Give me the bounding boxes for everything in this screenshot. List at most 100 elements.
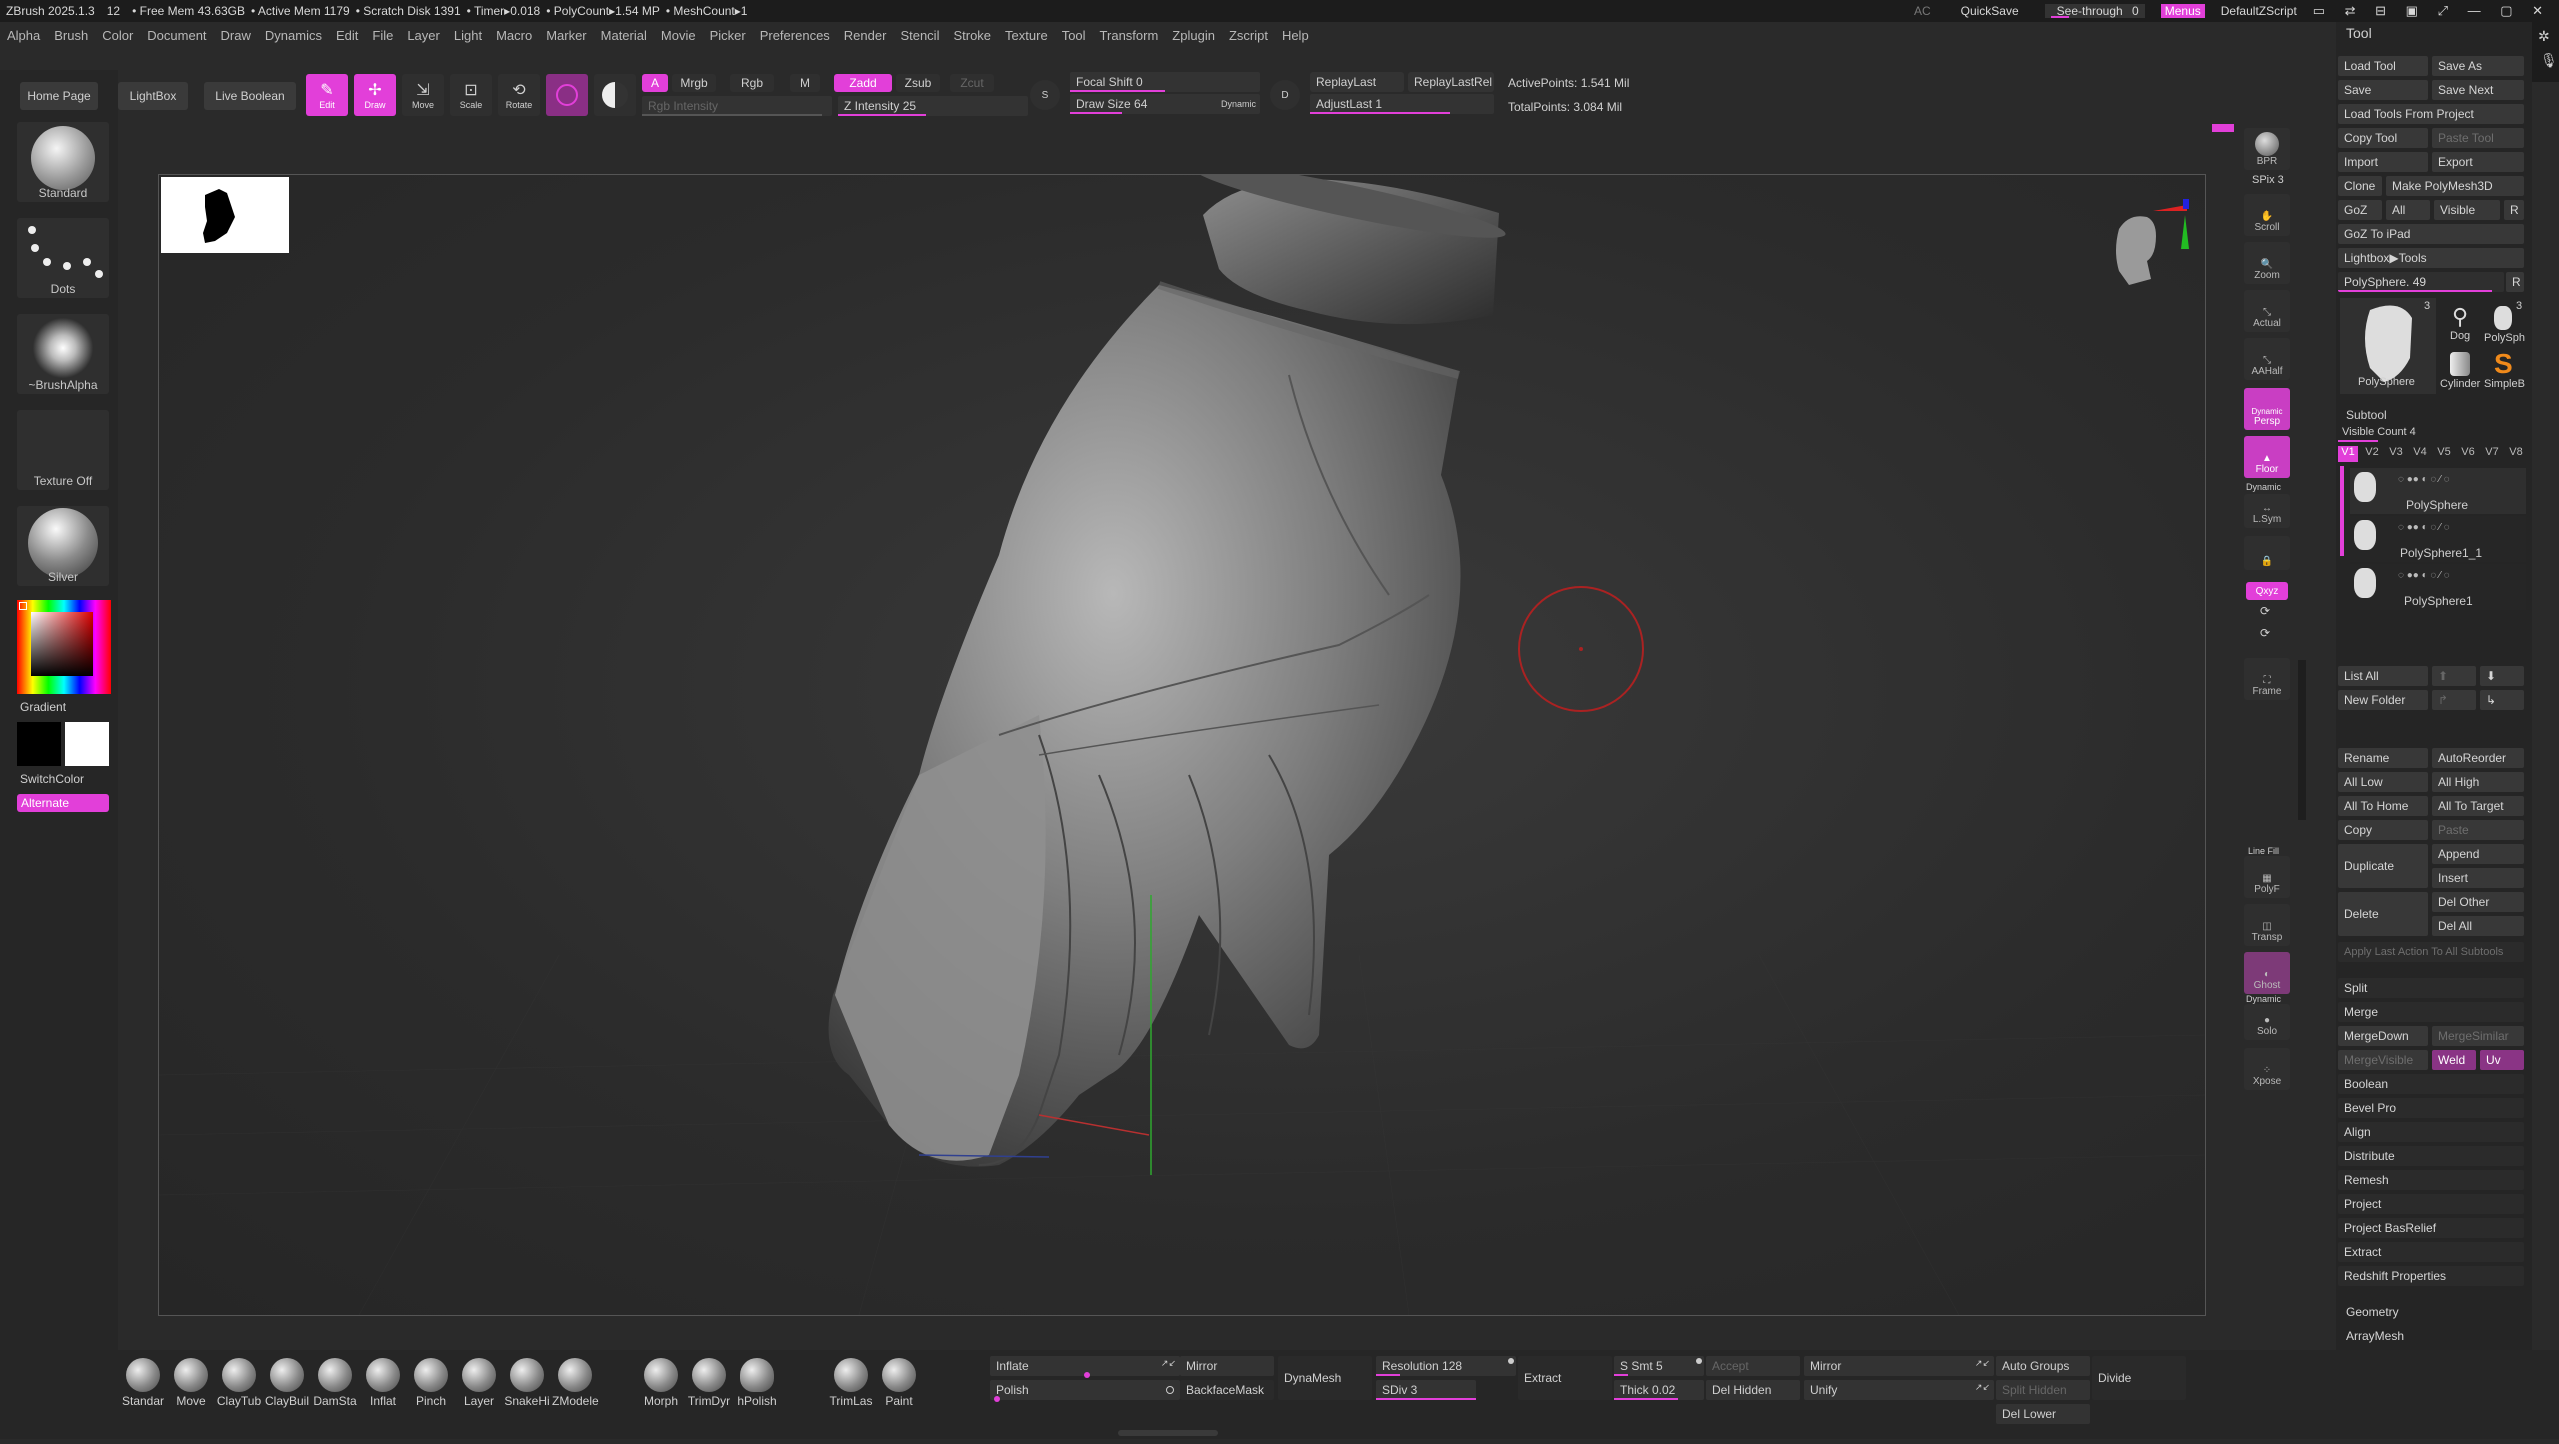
move-up-icon[interactable]: ⬆ <box>2432 666 2476 686</box>
rgb-intensity-slider[interactable]: Rgb Intensity <box>642 96 832 116</box>
lock-button[interactable]: 🔒 <box>2244 536 2290 570</box>
aahalf-button[interactable]: ⤡ AAHalf <box>2244 338 2290 380</box>
version-tab-v1[interactable]: V1 <box>2338 446 2358 462</box>
all-high-button[interactable]: All High <box>2432 772 2524 792</box>
material-mode-button[interactable] <box>594 74 636 116</box>
zoom-button[interactable]: 🔍 Zoom <box>2244 242 2290 284</box>
mirror-button[interactable]: Mirror <box>1180 1356 1274 1376</box>
primary-color-swatch[interactable] <box>65 722 109 766</box>
tool-thumb-polysphere[interactable]: 3 PolySphere <box>2340 298 2436 394</box>
split-section[interactable]: Split <box>2338 978 2524 998</box>
goz-r-button[interactable]: R <box>2504 200 2524 220</box>
save-next-button[interactable]: Save Next <box>2432 80 2524 100</box>
default-zscript-button[interactable]: DefaultZScript <box>2221 4 2297 18</box>
unify-button[interactable]: Unify ↗↙ <box>1804 1380 1994 1400</box>
transp-button[interactable]: ◫ Transp <box>2244 904 2290 946</box>
orientation-gizmo[interactable] <box>2099 195 2189 305</box>
version-tab-v3[interactable]: V3 <box>2386 446 2406 462</box>
hpolish-brush-button[interactable]: hPolish <box>734 1358 780 1408</box>
menu-zplugin[interactable]: Zplugin <box>1165 28 1222 43</box>
section-geometry[interactable]: Geometry <box>2336 1300 2532 1324</box>
apply-last-action-button[interactable]: Apply Last Action To All Subtools <box>2338 942 2524 962</box>
scroll-button[interactable]: ✋ Scroll <box>2244 194 2290 236</box>
project-basrelief-section[interactable]: Project BasRelief <box>2338 1218 2524 1238</box>
autoreorder-button[interactable]: AutoReorder <box>2432 748 2524 768</box>
draw-size-slider[interactable]: Draw Size 64 Dynamic <box>1070 94 1260 114</box>
edit-button[interactable]: ✎ Edit <box>306 74 348 116</box>
brush-standar-button[interactable]: Standar <box>120 1358 166 1408</box>
version-tab-v2[interactable]: V2 <box>2362 446 2382 462</box>
rotate-y-icon[interactable]: ⟳ <box>2260 604 2270 618</box>
menu-edit[interactable]: Edit <box>329 28 365 43</box>
mrgb-button[interactable]: Mrgb <box>672 74 716 92</box>
save-button[interactable]: Save <box>2338 80 2428 100</box>
new-folder-button[interactable]: New Folder <box>2338 690 2428 710</box>
tool-thumb-simpleb[interactable]: S SimpleB <box>2482 348 2526 394</box>
accept-button[interactable]: Accept <box>1706 1356 1800 1376</box>
paste-tool-button[interactable]: Paste Tool <box>2432 128 2524 148</box>
brush-layer-button[interactable]: Layer <box>456 1358 502 1408</box>
menus-button[interactable]: Menus <box>2160 4 2205 18</box>
menu-picker[interactable]: Picker <box>703 28 753 43</box>
secondary-color-swatch[interactable] <box>17 722 61 766</box>
spix-slider[interactable]: SPix 3 <box>2252 174 2284 186</box>
del-hidden-button[interactable]: Del Hidden <box>1706 1380 1800 1400</box>
load-tool-button[interactable]: Load Tool <box>2338 56 2428 76</box>
material-slot[interactable]: Silver <box>17 506 109 586</box>
paint-brush-button[interactable]: Paint <box>876 1358 922 1408</box>
lightbox-tools-button[interactable]: Lightbox▶Tools <box>2338 248 2524 268</box>
rotate-z-icon[interactable]: ⟳ <box>2260 626 2270 640</box>
scale-button[interactable]: ⊡ Scale <box>450 74 492 116</box>
replay-d-icon[interactable]: D <box>1270 80 1300 110</box>
rotate-button[interactable]: ⟲ Rotate <box>498 74 540 116</box>
polysphere-r-button[interactable]: R <box>2506 272 2524 292</box>
lsym-button[interactable]: ↔ L.Sym <box>2244 494 2290 528</box>
sculpt-mode-button[interactable] <box>546 74 588 116</box>
save-as-button[interactable]: Save As <box>2432 56 2524 76</box>
dynamesh-button[interactable]: DynaMesh <box>1278 1356 1372 1400</box>
s-smt-slider[interactable]: S Smt 5 <box>1614 1356 1704 1376</box>
solo-button[interactable]: ● Solo <box>2244 1004 2290 1040</box>
append-button[interactable]: Append <box>2432 844 2524 864</box>
home-page-button[interactable]: Home Page <box>20 82 98 110</box>
align-section[interactable]: Align <box>2338 1122 2524 1142</box>
version-tab-v6[interactable]: V6 <box>2458 446 2478 462</box>
subtool-item-1[interactable]: ◌ ●● ◐ ◌ ⁄ ◌ PolySphere <box>2350 468 2526 514</box>
split-hidden-button[interactable]: Split Hidden <box>1996 1380 2090 1400</box>
menu-layer[interactable]: Layer <box>400 28 447 43</box>
shelf-scrollbar[interactable] <box>2298 660 2306 820</box>
delete-button[interactable]: Delete <box>2338 892 2428 936</box>
version-tab-v4[interactable]: V4 <box>2410 446 2430 462</box>
divide-button[interactable]: Divide <box>2092 1356 2186 1400</box>
window-icons[interactable]: ▭ ⇄ ⊟ ▣ ⤢ — ▢ ✕ <box>2313 3 2551 19</box>
weld-toggle[interactable]: Weld <box>2432 1050 2476 1070</box>
menu-render[interactable]: Render <box>837 28 894 43</box>
goz-all-button[interactable]: All <box>2386 200 2430 220</box>
mic-icon[interactable]: 🎙 <box>2540 52 2558 69</box>
sdiv-slider[interactable]: SDiv 3 <box>1376 1380 1476 1400</box>
alpha-slot[interactable]: ~BrushAlpha <box>17 314 109 394</box>
redshift-section[interactable]: Redshift Properties <box>2338 1266 2524 1286</box>
brush-pinch-button[interactable]: Pinch <box>408 1358 454 1408</box>
menu-zscript[interactable]: Zscript <box>1222 28 1275 43</box>
extract-section[interactable]: Extract <box>2338 1242 2524 1262</box>
persp-button[interactable]: Dynamic Persp <box>2244 388 2290 430</box>
brush-zmodele-button[interactable]: ZModele <box>552 1358 599 1408</box>
all-to-target-button[interactable]: All To Target <box>2432 796 2524 816</box>
tool-thumb-cylinder[interactable]: Cylinder <box>2440 348 2480 394</box>
menu-transform[interactable]: Transform <box>1093 28 1166 43</box>
version-tab-v8[interactable]: V8 <box>2506 446 2526 462</box>
subtool-item-2[interactable]: ◌ ●● ◐ ◌ ⁄ ◌ PolySphere1_1 <box>2350 516 2526 562</box>
menu-material[interactable]: Material <box>594 28 654 43</box>
paste-button[interactable]: Paste <box>2432 820 2524 840</box>
menu-dynamics[interactable]: Dynamics <box>258 28 329 43</box>
section-arraymesh[interactable]: ArrayMesh <box>2336 1324 2532 1348</box>
bevel-pro-section[interactable]: Bevel Pro <box>2338 1098 2524 1118</box>
import-button[interactable]: Import <box>2338 152 2428 172</box>
insert-button[interactable]: Insert <box>2432 868 2524 888</box>
duplicate-button[interactable]: Duplicate <box>2338 844 2428 888</box>
make-polymesh-button[interactable]: Make PolyMesh3D <box>2386 176 2524 196</box>
export-button[interactable]: Export <box>2432 152 2524 172</box>
polish-slider[interactable]: Polish <box>990 1380 1180 1402</box>
morph-brush-button[interactable]: Morph <box>638 1358 684 1408</box>
